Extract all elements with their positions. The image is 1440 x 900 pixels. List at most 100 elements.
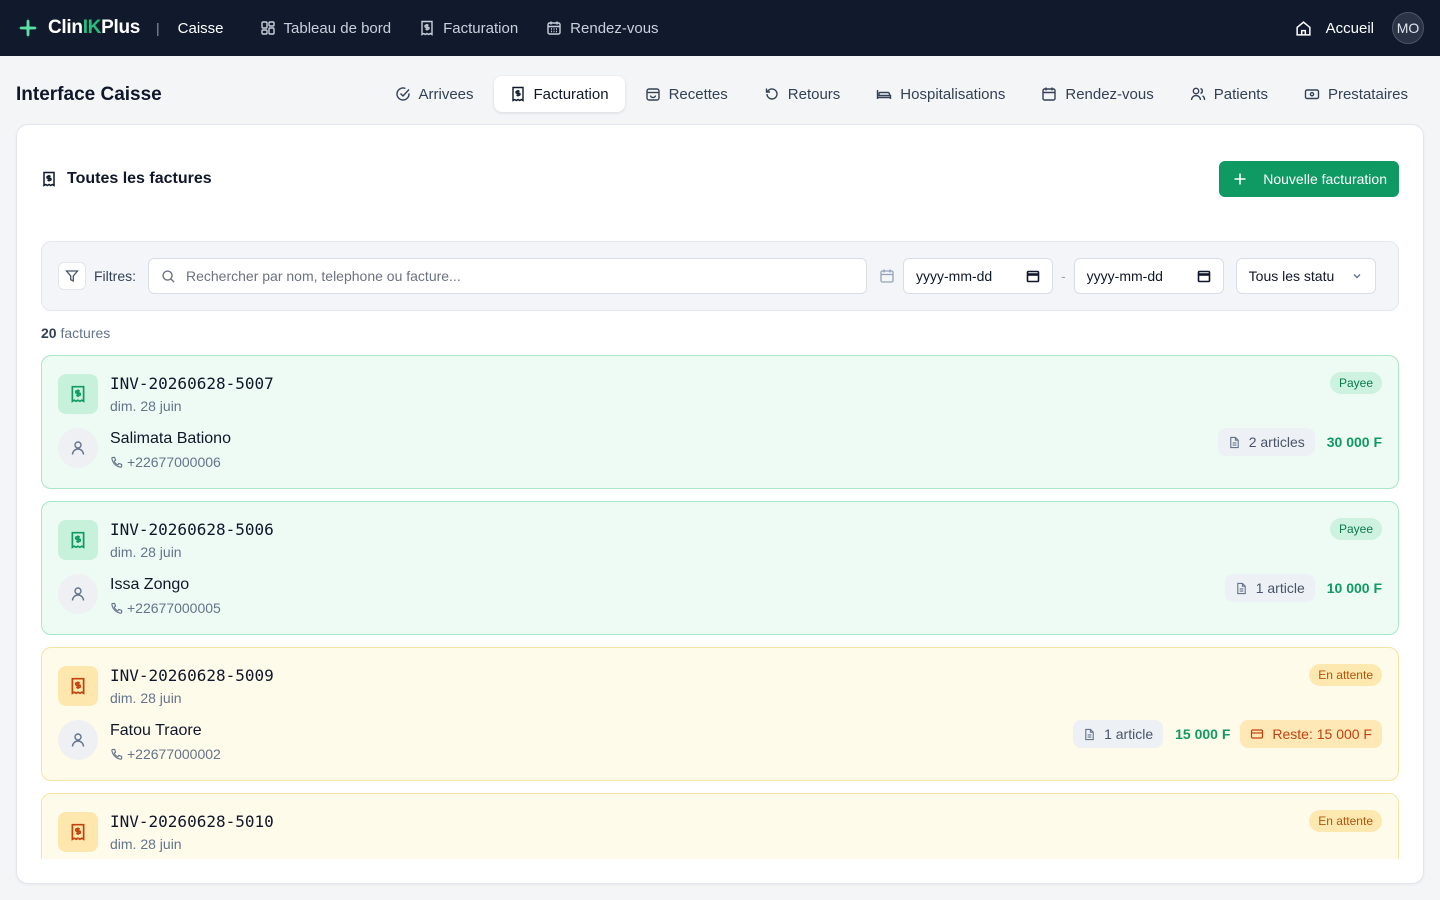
- articles-count: 2 articles: [1248, 434, 1305, 450]
- tab-arrivees-label: Arrivees: [418, 85, 474, 103]
- tab-rendez-vous-label: Rendez-vous: [1065, 85, 1154, 103]
- search-input[interactable]: [186, 268, 854, 284]
- remaining-balance: Reste: 15 000 F: [1240, 720, 1382, 748]
- tab-rendez-vous[interactable]: Rendez-vous: [1025, 76, 1169, 112]
- topnav-billing[interactable]: Facturation: [419, 20, 518, 37]
- tab-facturation[interactable]: Facturation: [493, 76, 625, 112]
- tab-patients[interactable]: Patients: [1174, 76, 1284, 112]
- invoices-card: Toutes les factures Nouvelle facturation…: [16, 124, 1424, 884]
- tab-patients-label: Patients: [1213, 85, 1268, 103]
- tab-retours-label: Retours: [787, 85, 841, 103]
- invoice-date: dim. 28 juin: [110, 544, 182, 560]
- card-header: Toutes les factures Nouvelle facturation: [41, 161, 1399, 197]
- medical-cross-icon: [18, 18, 38, 38]
- funnel-icon: [65, 270, 79, 283]
- patient-phone: +22677000005: [110, 600, 221, 616]
- date-to-input[interactable]: yyyy-mm-dd: [1073, 258, 1224, 294]
- date-to-value: yyyy-mm-dd: [1086, 268, 1163, 284]
- brand-logo[interactable]: ClinIKPlus: [16, 16, 140, 40]
- topnav-appointments-label: Rendez-vous: [570, 19, 659, 37]
- brand-name: ClinIKPlus: [48, 17, 141, 38]
- invoice-list: INV-20260628-5007 dim. 28 juin Payee Sal…: [41, 355, 1399, 859]
- tab-retours[interactable]: Retours: [748, 76, 857, 112]
- patient-name: Salimata Bationo: [110, 430, 231, 447]
- patient-name: Fatou Traore: [110, 722, 202, 739]
- bed-icon: [877, 90, 892, 99]
- topnav-appointments[interactable]: Rendez-vous: [546, 19, 659, 37]
- topnav-billing-label: Facturation: [443, 19, 519, 37]
- status-badge: Payee: [1329, 518, 1382, 540]
- card-title: Toutes les factures: [41, 170, 212, 188]
- invoice-number: INV-20260628-5009: [110, 666, 274, 685]
- invoice-summary: 1 article 10 000 F: [1224, 574, 1382, 602]
- home-icon: [1296, 20, 1311, 36]
- check-circle-icon: [395, 87, 410, 101]
- new-invoice-label: Nouvelle facturation: [1263, 171, 1387, 187]
- topbar-right: Accueil MO: [1295, 12, 1424, 44]
- articles-count: 1 article: [1255, 580, 1305, 596]
- invoice-card[interactable]: INV-20260628-5006 dim. 28 juin Payee Iss…: [41, 501, 1399, 635]
- user-icon: [71, 441, 85, 455]
- calendar-icon: [880, 269, 894, 283]
- search-field[interactable]: [148, 258, 867, 294]
- user-icon: [71, 733, 85, 747]
- status-badge: Payee: [1329, 372, 1382, 394]
- patient-phone: +22677000006: [110, 454, 221, 470]
- status-select[interactable]: Tous les statu: [1235, 258, 1376, 294]
- invoice-number: INV-20260628-5007: [110, 374, 274, 393]
- invoice-date: dim. 28 juin: [110, 398, 182, 414]
- invoice-amount: 15 000 F: [1175, 726, 1231, 742]
- articles-count: 1 article: [1104, 726, 1154, 742]
- invoice-amount: 10 000 F: [1326, 580, 1382, 596]
- banknote-icon: [1304, 89, 1320, 100]
- invoice-icon: [58, 812, 98, 852]
- invoice-card[interactable]: INV-20260628-5007 dim. 28 juin Payee Sal…: [41, 355, 1399, 489]
- invoice-summary: 1 article 15 000 F Reste: 15 000 F: [1073, 720, 1382, 748]
- home-link[interactable]: Accueil: [1295, 20, 1374, 37]
- tab-arrivees[interactable]: Arrivees: [379, 76, 490, 112]
- topnav-dashboard[interactable]: Tableau de bord: [260, 19, 392, 37]
- invoice-icon: [511, 86, 524, 102]
- section-tabs: Arrivees Facturation Recettes Retours Ho…: [379, 76, 1425, 112]
- user-avatar[interactable]: MO: [1392, 12, 1424, 44]
- invoice-number: INV-20260628-5010: [110, 812, 274, 831]
- tab-prestataires-label: Prestataires: [1327, 85, 1408, 103]
- patient-avatar: [58, 428, 98, 468]
- calendar-picker-icon[interactable]: [1026, 269, 1040, 283]
- plus-icon: [1234, 173, 1246, 185]
- articles-pill: 1 article: [1224, 574, 1315, 602]
- invoice-amount: 30 000 F: [1326, 434, 1382, 450]
- date-from-value: yyyy-mm-dd: [916, 268, 993, 284]
- tab-prestataires[interactable]: Prestataires: [1288, 76, 1424, 112]
- topnav-dashboard-label: Tableau de bord: [283, 19, 392, 37]
- filter-icon[interactable]: [58, 262, 86, 290]
- invoice-date: dim. 28 juin: [110, 836, 182, 852]
- date-from-input[interactable]: yyyy-mm-dd: [903, 258, 1053, 294]
- tab-hospitalisations[interactable]: Hospitalisations: [860, 76, 1021, 112]
- search-icon: [162, 269, 175, 283]
- invoice-count-number: 20: [41, 325, 57, 341]
- brand-separator: |: [156, 20, 160, 36]
- invoice-icon: [58, 374, 98, 414]
- invoice-count: 20 factures: [41, 325, 110, 341]
- page-title: Interface Caisse: [16, 84, 162, 105]
- remaining-balance-text: Reste: 15 000 F: [1272, 726, 1372, 742]
- new-invoice-button[interactable]: Nouvelle facturation: [1219, 161, 1399, 197]
- filters-bar: Filtres: yyyy-mm-dd - yyyy-mm-dd Tous le…: [41, 241, 1399, 311]
- status-select-value: Tous les statu: [1248, 268, 1335, 284]
- section-name: Caisse: [177, 19, 224, 37]
- invoice-icon: [58, 520, 98, 560]
- calendar-icon: [547, 21, 561, 35]
- dashboard-icon: [260, 21, 275, 35]
- tab-recettes[interactable]: Recettes: [629, 76, 744, 112]
- patient-avatar: [58, 574, 98, 614]
- invoice-card[interactable]: INV-20260628-5010 dim. 28 juin En attent…: [41, 793, 1399, 859]
- invoice-date: dim. 28 juin: [110, 690, 182, 706]
- date-range-separator: -: [1061, 268, 1066, 284]
- top-nav: Tableau de bord Facturation Rendez-vous: [260, 20, 659, 37]
- invoice-card[interactable]: INV-20260628-5009 dim. 28 juin En attent…: [41, 647, 1399, 781]
- calendar-picker-icon[interactable]: [1197, 269, 1211, 283]
- phone-icon: [111, 748, 123, 760]
- invoice-icon: [421, 20, 433, 36]
- articles-pill: 2 articles: [1217, 428, 1315, 456]
